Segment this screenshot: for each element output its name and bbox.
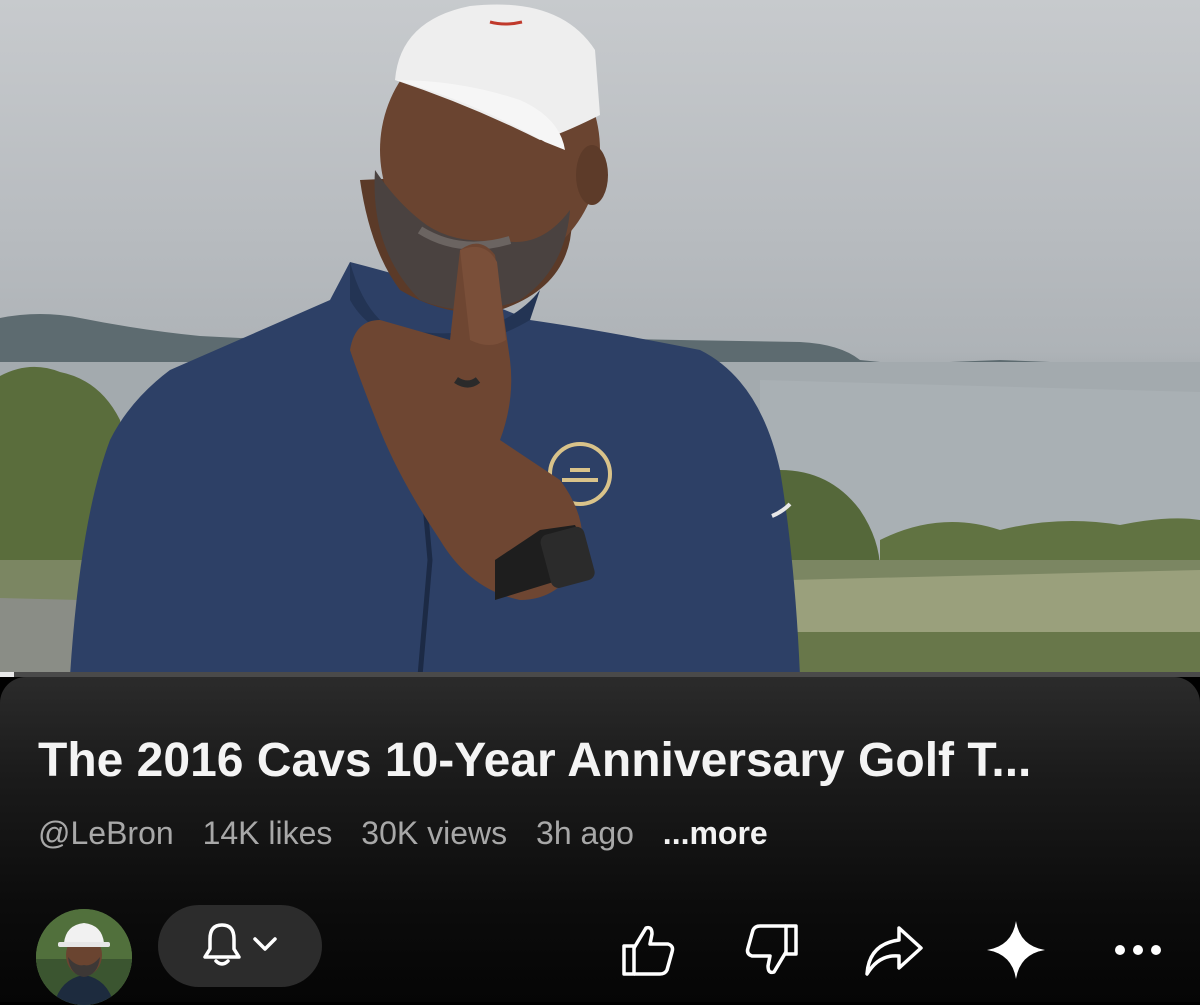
video-title[interactable]: The 2016 Cavs 10-Year Anniversary Golf T…: [38, 735, 1178, 787]
video-player[interactable]: [0, 0, 1200, 676]
bell-icon: [202, 921, 242, 972]
channel-avatar[interactable]: [36, 909, 132, 1005]
like-count: 14K likes: [202, 815, 333, 851]
view-count: 30K views: [361, 815, 508, 851]
like-button[interactable]: [616, 920, 680, 984]
share-icon: [863, 922, 925, 983]
chevron-down-icon: [252, 935, 278, 958]
dislike-button[interactable]: [740, 920, 804, 984]
more-actions-button[interactable]: [1106, 920, 1170, 984]
video-meta-row[interactable]: @LeBron 14K likes 30K views 3h ago ...mo…: [38, 813, 768, 853]
thumbs-up-icon: [618, 920, 678, 985]
notification-bell-button[interactable]: [158, 905, 322, 987]
upload-age: 3h ago: [536, 815, 634, 851]
more-button[interactable]: ...more: [663, 815, 768, 851]
channel-handle[interactable]: @LeBron: [38, 815, 174, 851]
ask-ai-button[interactable]: [984, 920, 1048, 984]
avatar-image: [36, 909, 132, 1005]
share-button[interactable]: [862, 920, 926, 984]
thumbs-down-icon: [742, 920, 802, 985]
video-frame: [0, 4, 1200, 676]
sparkle-icon: [985, 919, 1047, 986]
video-progress-fill: [0, 672, 15, 677]
more-horizontal-icon: [1113, 943, 1163, 962]
